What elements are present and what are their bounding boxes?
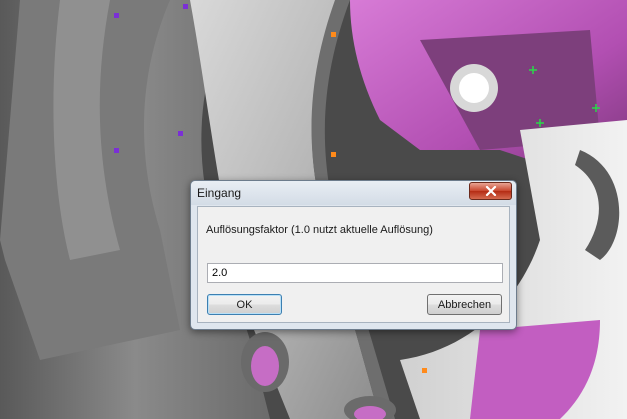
marker-orange — [331, 32, 336, 37]
input-dialog: Eingang Auflösungsfaktor (1.0 nutzt aktu… — [190, 180, 517, 330]
marker-purple — [114, 148, 119, 153]
marker-purple — [183, 4, 188, 9]
marker-purple — [114, 13, 119, 18]
dialog-title: Eingang — [197, 186, 242, 200]
marker-orange — [331, 152, 336, 157]
prompt-label: Auflösungsfaktor (1.0 nutzt aktuelle Auf… — [206, 224, 433, 236]
resolution-factor-input[interactable] — [207, 263, 503, 283]
close-button[interactable] — [469, 182, 512, 200]
dialog-body: Auflösungsfaktor (1.0 nutzt aktuelle Auf… — [197, 206, 510, 323]
dialog-titlebar[interactable]: Eingang — [191, 181, 516, 205]
marker-orange — [422, 368, 427, 373]
marker-purple — [178, 131, 183, 136]
part-hole-bottom-left-inner — [251, 346, 279, 386]
part-hole-top-inner — [459, 73, 489, 103]
cancel-button[interactable]: Abbrechen — [427, 294, 502, 315]
ok-button[interactable]: OK — [207, 294, 282, 315]
close-x-icon — [485, 186, 496, 196]
